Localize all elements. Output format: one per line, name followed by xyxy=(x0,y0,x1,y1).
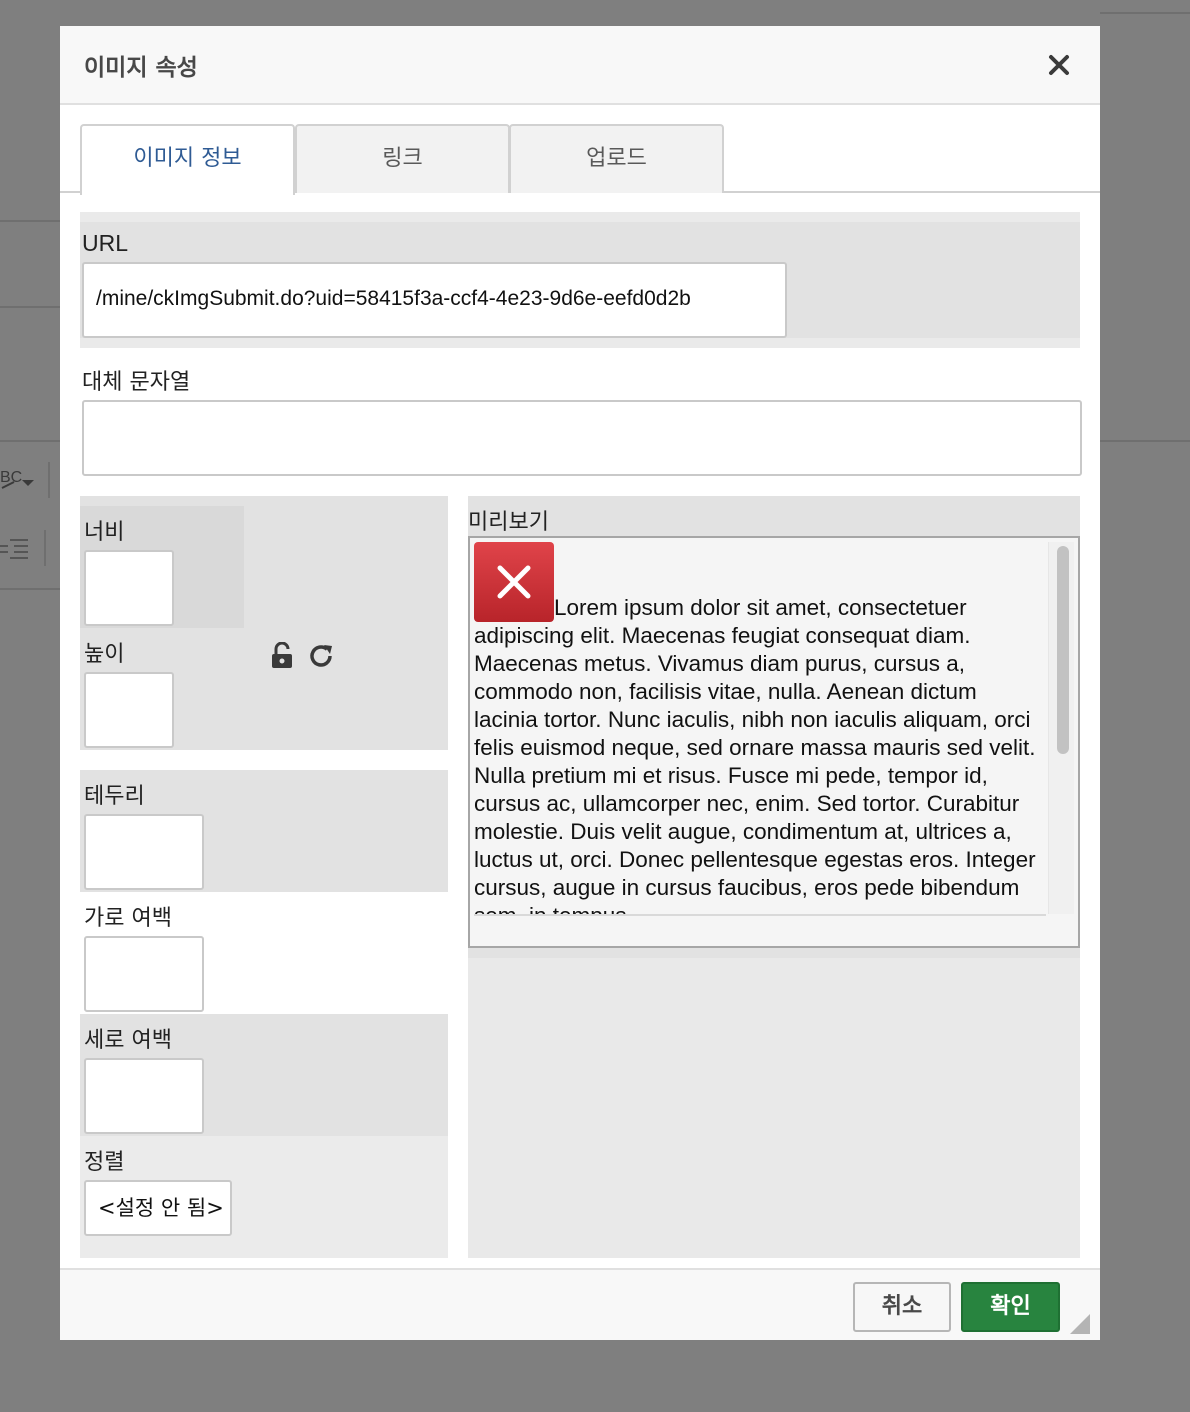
dialog-title: 이미지 속성 xyxy=(84,55,198,81)
dialog-tabs: 이미지 정보 링크 업로드 xyxy=(60,105,1100,195)
background-toolbar-separator xyxy=(44,530,46,566)
preview-content: Lorem ipsum dolor sit amet, consectetuer… xyxy=(474,542,1046,914)
dialog-footer: 취소 확인 xyxy=(60,1268,1100,1340)
reset-size-icon[interactable] xyxy=(308,642,336,675)
tab-link[interactable]: 링크 xyxy=(295,124,510,193)
height-input[interactable] xyxy=(84,672,174,748)
close-icon[interactable] xyxy=(1044,50,1074,80)
ok-button[interactable]: 확인 xyxy=(961,1282,1060,1332)
image-info-panel: URL /mine/ckImgSubmit.do?uid=58415f3a-cc… xyxy=(80,212,1082,1268)
dialog-title-bar[interactable]: 이미지 속성 xyxy=(60,26,1100,105)
background-spellcheck-icon: BC xyxy=(0,466,38,500)
broken-image-icon xyxy=(474,542,554,622)
alt-text-input[interactable] xyxy=(82,400,1082,476)
preview-bottom-edge xyxy=(474,914,1046,916)
vspace-label: 세로 여백 xyxy=(84,1028,172,1053)
hspace-label: 가로 여백 xyxy=(84,906,172,931)
background-toolbar-separator xyxy=(48,462,50,498)
border-input[interactable] xyxy=(84,814,204,890)
tab-image-info[interactable]: 이미지 정보 xyxy=(80,124,295,195)
background-align-icon xyxy=(0,536,30,568)
align-label: 정렬 xyxy=(84,1150,125,1175)
align-select[interactable]: <설정 안 됨> xyxy=(84,1180,232,1236)
preview-scrollbar-thumb[interactable] xyxy=(1057,546,1069,754)
tab-upload[interactable]: 업로드 xyxy=(509,124,724,193)
preview-label: 미리보기 xyxy=(468,510,549,535)
hspace-input[interactable] xyxy=(84,936,204,1012)
preview-lorem-text: Lorem ipsum dolor sit amet, consectetuer… xyxy=(474,595,1036,914)
cancel-button[interactable]: 취소 xyxy=(853,1282,951,1332)
image-properties-dialog: 이미지 속성 이미지 정보 링크 업로드 URL /mine/ckImgSubm… xyxy=(60,26,1100,1340)
background-divider xyxy=(0,440,60,442)
background-divider xyxy=(0,588,60,590)
resize-handle-icon[interactable] xyxy=(1070,1314,1090,1334)
alt-text-label: 대체 문자열 xyxy=(82,370,191,395)
preview-scrollbar[interactable] xyxy=(1048,542,1074,914)
lock-open-icon[interactable] xyxy=(270,641,294,675)
width-label: 너비 xyxy=(84,520,125,545)
background-divider xyxy=(1100,440,1190,442)
url-label: URL xyxy=(82,230,129,256)
background-divider xyxy=(0,220,60,222)
vspace-input[interactable] xyxy=(84,1058,204,1134)
preview-frame[interactable]: Lorem ipsum dolor sit amet, consectetuer… xyxy=(468,536,1080,948)
background-divider xyxy=(1100,12,1190,14)
background-divider xyxy=(0,306,60,308)
border-label: 테두리 xyxy=(84,784,145,809)
width-input[interactable] xyxy=(84,550,174,626)
height-label: 높이 xyxy=(84,642,125,667)
url-input[interactable]: /mine/ckImgSubmit.do?uid=58415f3a-ccf4-4… xyxy=(82,262,787,338)
